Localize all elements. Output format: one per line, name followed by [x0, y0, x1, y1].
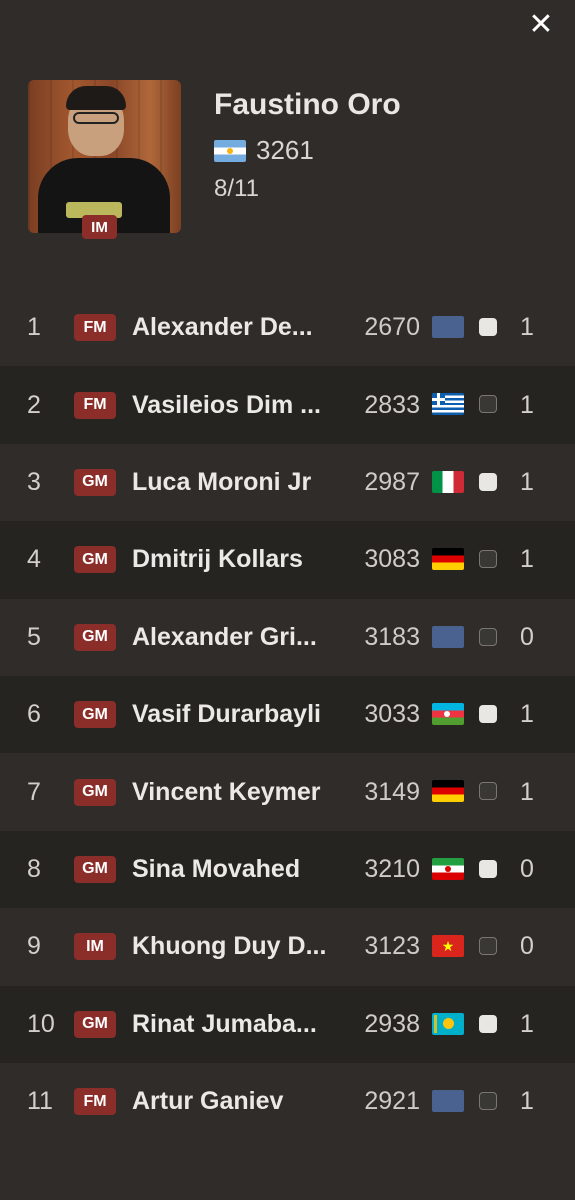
placeholder-flag-icon — [432, 316, 464, 338]
opponent-title-badge: GM — [74, 546, 116, 574]
opponent-rating: 2938 — [364, 1009, 420, 1038]
white-piece-icon — [479, 859, 497, 878]
opponent-rating: 2987 — [364, 467, 420, 496]
opponent-row[interactable]: 7 GM Vincent Keymer 3149 1 — [0, 753, 575, 830]
opponent-row[interactable]: 1 FM Alexander De... 2670 1 — [0, 289, 575, 366]
opponent-title-badge: FM — [74, 1088, 116, 1116]
gr-flag-icon — [432, 393, 464, 416]
opponent-name[interactable]: Alexander De... — [132, 313, 342, 342]
opponent-title-badge: GM — [74, 468, 116, 496]
white-piece-icon — [479, 1014, 497, 1033]
opponent-name[interactable]: Rinat Jumaba... — [132, 1010, 342, 1039]
opponent-title-badge: GM — [74, 701, 116, 729]
close-button[interactable]: ✕ — [521, 6, 561, 42]
opponent-title-badge: FM — [74, 391, 116, 419]
opponent-row[interactable]: 5 GM Alexander Gri... 3183 0 — [0, 599, 575, 676]
opponent-rank: 4 — [27, 545, 41, 574]
opponent-name[interactable]: Khuong Duy D... — [132, 932, 342, 961]
opponent-name[interactable]: Artur Ganiev — [132, 1087, 342, 1116]
vn-flag-icon — [432, 935, 464, 958]
az-flag-icon — [432, 702, 464, 725]
opponent-result: 1 — [520, 390, 534, 419]
opponent-rank: 5 — [27, 622, 41, 651]
black-piece-icon — [479, 1091, 497, 1110]
black-piece-icon — [479, 627, 497, 646]
opponent-name[interactable]: Luca Moroni Jr — [132, 468, 342, 497]
opponent-rating: 2921 — [364, 1087, 420, 1116]
de-flag-icon — [432, 548, 464, 571]
opponent-title-badge: GM — [74, 855, 116, 883]
black-piece-icon — [479, 782, 497, 801]
black-piece-icon — [479, 937, 497, 956]
opponent-rank: 2 — [27, 390, 41, 419]
white-piece-icon — [479, 704, 497, 723]
player-rating-line: 3261 — [214, 135, 314, 166]
opponent-row[interactable]: 6 GM Vasif Durarbayli 3033 1 — [0, 675, 575, 754]
close-icon[interactable]: ✕ — [528, 7, 553, 42]
placeholder-flag-icon — [432, 625, 464, 648]
opponent-result: 1 — [520, 1087, 534, 1116]
opponent-rating: 3210 — [364, 854, 420, 883]
white-piece-icon — [479, 318, 497, 336]
opponent-result: 1 — [520, 1009, 534, 1038]
de-flag-icon — [432, 780, 464, 803]
opponent-name[interactable]: Vincent Keymer — [132, 778, 342, 807]
it-flag-icon — [432, 470, 464, 493]
opponent-result: 1 — [520, 700, 534, 729]
opponent-rank: 6 — [27, 700, 41, 729]
player-avatar — [28, 80, 181, 233]
opponent-rank: 1 — [27, 313, 41, 342]
opponent-title-badge: GM — [74, 623, 116, 651]
opponent-result: 1 — [520, 467, 534, 496]
opponent-name[interactable]: Dmitrij Kollars — [132, 545, 342, 574]
opponent-row[interactable]: 4 GM Dmitrij Kollars 3083 1 — [0, 521, 575, 599]
opponent-rank: 11 — [27, 1087, 53, 1116]
opponent-row[interactable]: 8 GM Sina Movahed 3210 0 — [0, 830, 575, 909]
opponent-rating: 2670 — [364, 313, 420, 342]
opponent-rank: 7 — [27, 777, 41, 806]
opponent-result: 0 — [520, 932, 534, 961]
opponent-result: 1 — [520, 777, 534, 806]
player-rating: 3261 — [256, 135, 314, 165]
player-name: Faustino Oro — [214, 88, 401, 121]
opponent-rating: 2833 — [364, 390, 420, 419]
black-piece-icon — [479, 550, 497, 569]
opponent-rating: 3149 — [364, 777, 420, 806]
opponent-title-badge: GM — [74, 778, 116, 806]
white-piece-icon — [479, 472, 497, 491]
placeholder-flag-icon — [432, 1089, 464, 1112]
argentina-flag-icon — [214, 139, 246, 162]
opponent-rank: 3 — [27, 467, 41, 496]
opponent-row[interactable]: 9 IM Khuong Duy D... 3123 0 — [0, 908, 575, 985]
opponent-name[interactable]: Alexander Gri... — [132, 623, 342, 652]
opponent-list: 1 FM Alexander De... 2670 1 2 FM Vasileios Dim … — [0, 289, 575, 1140]
opponent-row[interactable]: 11 FM Artur Ganiev 2921 1 — [0, 1063, 575, 1140]
player-title-badge: IM — [82, 215, 117, 239]
opponent-rank: 10 — [27, 1009, 55, 1038]
opponent-name[interactable]: Vasileios Dim ... — [132, 391, 342, 420]
opponent-name[interactable]: Sina Movahed — [132, 855, 342, 884]
opponent-rating: 3183 — [364, 622, 420, 651]
opponent-result: 1 — [520, 545, 534, 574]
black-piece-icon — [479, 395, 497, 414]
ir-flag-icon — [432, 857, 464, 880]
opponent-rank: 8 — [27, 854, 41, 883]
opponent-result: 1 — [520, 313, 534, 342]
player-score: 8/11 — [214, 175, 259, 202]
opponent-name[interactable]: Vasif Durarbayli — [132, 700, 342, 729]
opponent-rank: 9 — [27, 932, 41, 961]
opponent-row[interactable]: 3 GM Luca Moroni Jr 2987 1 — [0, 444, 575, 521]
opponent-result: 0 — [520, 622, 534, 651]
opponent-row[interactable]: 2 FM Vasileios Dim ... 2833 1 — [0, 366, 575, 444]
player-header: IM Faustino Oro 3261 8/11 — [28, 80, 548, 240]
opponent-rating: 3033 — [364, 700, 420, 729]
opponent-title-badge: IM — [74, 933, 116, 961]
opponent-title-badge: FM — [74, 314, 116, 342]
opponent-result: 0 — [520, 854, 534, 883]
opponent-row[interactable]: 10 GM Rinat Jumaba... 2938 1 — [0, 985, 575, 1063]
opponent-rating: 3123 — [364, 932, 420, 961]
opponent-rating: 3083 — [364, 545, 420, 574]
opponent-title-badge: GM — [74, 1010, 116, 1038]
kz-flag-icon — [432, 1012, 464, 1035]
